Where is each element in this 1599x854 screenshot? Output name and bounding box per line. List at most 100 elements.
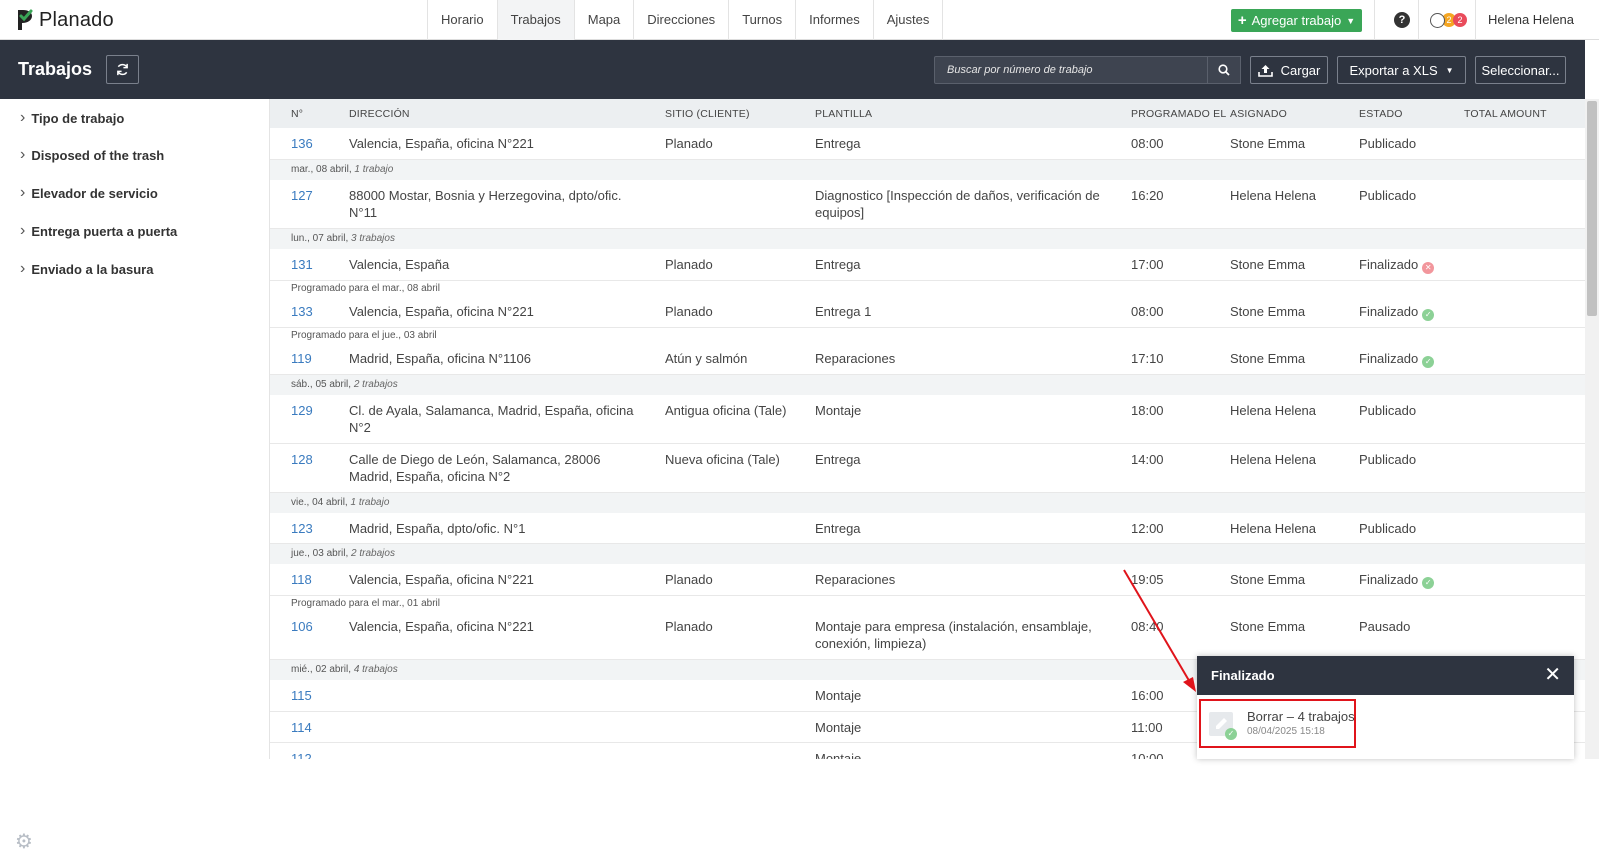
table-row[interactable]: 123 Madrid, España, dpto/ofic. N°1 Entrega…	[270, 512, 1585, 544]
cell-site: Planado	[665, 303, 713, 319]
cell-time: 14:00	[1131, 451, 1164, 467]
table-row[interactable]: 133 Valencia, España, oficina N°221 Planad…	[270, 295, 1585, 328]
job-id-link[interactable]: 119	[291, 351, 312, 366]
planado-logo[interactable]: Planado	[16, 8, 114, 32]
sidebar-item[interactable]: › Entrega puerta a puerta	[20, 222, 177, 240]
cell-time: 08:40	[1131, 619, 1164, 634]
job-id-link[interactable]: 128	[291, 452, 313, 467]
nav-tab-direcciones[interactable]: Direcciones	[634, 0, 730, 40]
sidebar-item[interactable]: › Enviado a la basura	[20, 260, 153, 278]
group-count: 1 trabajo	[354, 163, 394, 175]
job-id-link[interactable]: 129	[291, 403, 313, 418]
group-count: 4 trabajos	[353, 664, 398, 675]
scheduled-note-row: Programado para el mar., 01 abril	[270, 595, 1585, 611]
user-menu[interactable]: Helena Helena	[1488, 0, 1574, 40]
close-icon[interactable]: ✕	[1544, 656, 1561, 695]
caret-down-icon: ▼	[1445, 65, 1454, 75]
job-id-link[interactable]: 114	[291, 720, 312, 735]
help-icon[interactable]: ?	[1394, 12, 1410, 28]
upload-icon	[1257, 64, 1273, 77]
cell-template: Reparaciones	[815, 572, 896, 587]
upload-button[interactable]: Cargar	[1250, 56, 1328, 84]
notification-header: Finalizado ✕	[1197, 656, 1574, 695]
sidebar-item-label: Entrega puerta a puerta	[31, 223, 178, 239]
column-header[interactable]: TOTAL AMOUNT	[1464, 99, 1585, 128]
cell-assignee: Stone Emma	[1230, 572, 1306, 587]
cell-status: Finalizado	[1359, 350, 1419, 366]
add-job-button[interactable]: + Agregar trabajo ▼	[1231, 9, 1362, 32]
table-row[interactable]: 106 Valencia, España, oficina N°221 Planad…	[270, 611, 1585, 660]
cell-address: Valencia, España	[349, 256, 450, 272]
job-id-link[interactable]: 118	[291, 572, 312, 587]
status-check-icon: ✓	[1422, 577, 1435, 589]
gear-icon[interactable]: ⚙	[15, 829, 33, 854]
column-header[interactable]: SITIO (CLIENTE)	[665, 99, 815, 128]
job-id-link[interactable]: 127	[291, 188, 313, 203]
vertical-scrollbar[interactable]	[1585, 99, 1599, 759]
job-id-link[interactable]: 131	[291, 257, 313, 272]
sidebar-item[interactable]: › Tipo de trabajo	[20, 109, 124, 127]
filter-sidebar: › Tipo de trabajo › Disposed of the trash › E…	[0, 99, 270, 853]
nav-tab-ajustes[interactable]: Ajustes	[874, 0, 944, 40]
table-row[interactable]: 128 Calle de Diego de León, Salamanca, 28…	[270, 443, 1585, 493]
cell-site: Atún y salmón	[665, 350, 748, 366]
cell-time: 10:00	[1131, 750, 1164, 760]
nav-tab-mapa[interactable]: Mapa	[575, 0, 635, 40]
table-row[interactable]: 136 Valencia, España, oficina N°221 Planad…	[270, 128, 1585, 160]
table-row[interactable]: 131 Valencia, España Planado Entrega 17:00 St…	[270, 248, 1585, 281]
column-header[interactable]: PLANTILLA	[815, 99, 1131, 128]
search-icon	[1218, 64, 1230, 76]
table-row[interactable]: 127 88000 Mostar, Bosnia y Herzegovina, d…	[270, 179, 1585, 229]
table-header-row: N° DIRECCIÓN SITIO (CLIENTE) PLANTILLA PROGR…	[270, 99, 1585, 128]
column-header[interactable]: N°	[270, 99, 349, 128]
cell-time: 08:00	[1131, 303, 1164, 319]
cell-status: Publicado	[1359, 136, 1417, 151]
cell-address: Valencia, España, oficina N°221	[349, 136, 534, 151]
notifications-indicator[interactable]: 2 2	[1430, 12, 1467, 28]
export-xls-dropdown[interactable]: Exportar a XLS ▼	[1337, 56, 1466, 84]
table-row[interactable]: 129 Cl. de Ayala, Salamanca, Madrid, Espa…	[270, 394, 1585, 444]
sidebar-item[interactable]: › Elevador de servicio	[20, 184, 158, 202]
nav-tab-horario[interactable]: Horario	[428, 0, 498, 40]
highlight-box	[1199, 699, 1356, 748]
divider	[1475, 0, 1476, 40]
table-row[interactable]: 119 Madrid, España, oficina N°1106 Atún y …	[270, 342, 1585, 375]
nav-tab-turnos[interactable]: Turnos	[729, 0, 797, 40]
group-count: 2 trabajos	[353, 378, 398, 390]
column-header[interactable]: ESTADO	[1359, 99, 1464, 128]
nav-tab-informes[interactable]: Informes	[796, 0, 874, 40]
search-input[interactable]	[934, 56, 1208, 84]
cell-assignee: Helena Helena	[1230, 402, 1317, 418]
cell-address: Calle de Diego de León, Salamanca, 28006…	[349, 451, 601, 484]
select-label: Seleccionar...	[1481, 62, 1560, 78]
select-button[interactable]: Seleccionar...	[1475, 56, 1566, 84]
cell-template: Entrega	[815, 520, 861, 536]
job-id-link[interactable]: 115	[291, 688, 312, 703]
cell-time: 16:00	[1131, 688, 1164, 703]
sidebar-item[interactable]: › Disposed of the trash	[20, 146, 164, 164]
cell-assignee: Stone Emma	[1230, 619, 1306, 634]
chevron-right-icon: ›	[20, 260, 26, 277]
refresh-button[interactable]	[106, 55, 139, 84]
group-date: jue., 03 abril	[291, 548, 346, 559]
planado-logo-icon	[18, 9, 33, 30]
scrollbar-thumb[interactable]	[1587, 101, 1597, 316]
divider	[1418, 0, 1419, 40]
job-id-link[interactable]: 112	[291, 751, 312, 760]
caret-down-icon: ▼	[1346, 15, 1356, 26]
search-button[interactable]	[1208, 56, 1241, 84]
column-header[interactable]: PROGRAMADO EL	[1131, 99, 1230, 128]
job-id-link[interactable]: 106	[291, 619, 313, 634]
nav-tab-trabajos[interactable]: Trabajos	[497, 0, 575, 40]
cell-site: Planado	[665, 136, 713, 151]
notification-title: Finalizado	[1211, 668, 1275, 683]
job-id-link[interactable]: 136	[291, 136, 313, 151]
status-check-icon: ✓	[1422, 308, 1435, 321]
job-id-link[interactable]: 123	[291, 521, 313, 536]
table-row[interactable]: 118 Valencia, España, oficina N°221 Planad…	[270, 564, 1585, 596]
group-count: 1 trabajo	[350, 496, 390, 508]
job-id-link[interactable]: 133	[291, 304, 313, 319]
status-error-icon: ✕	[1422, 261, 1435, 274]
column-header[interactable]: ASIGNADO	[1230, 99, 1359, 128]
column-header[interactable]: DIRECCIÓN	[349, 99, 665, 128]
